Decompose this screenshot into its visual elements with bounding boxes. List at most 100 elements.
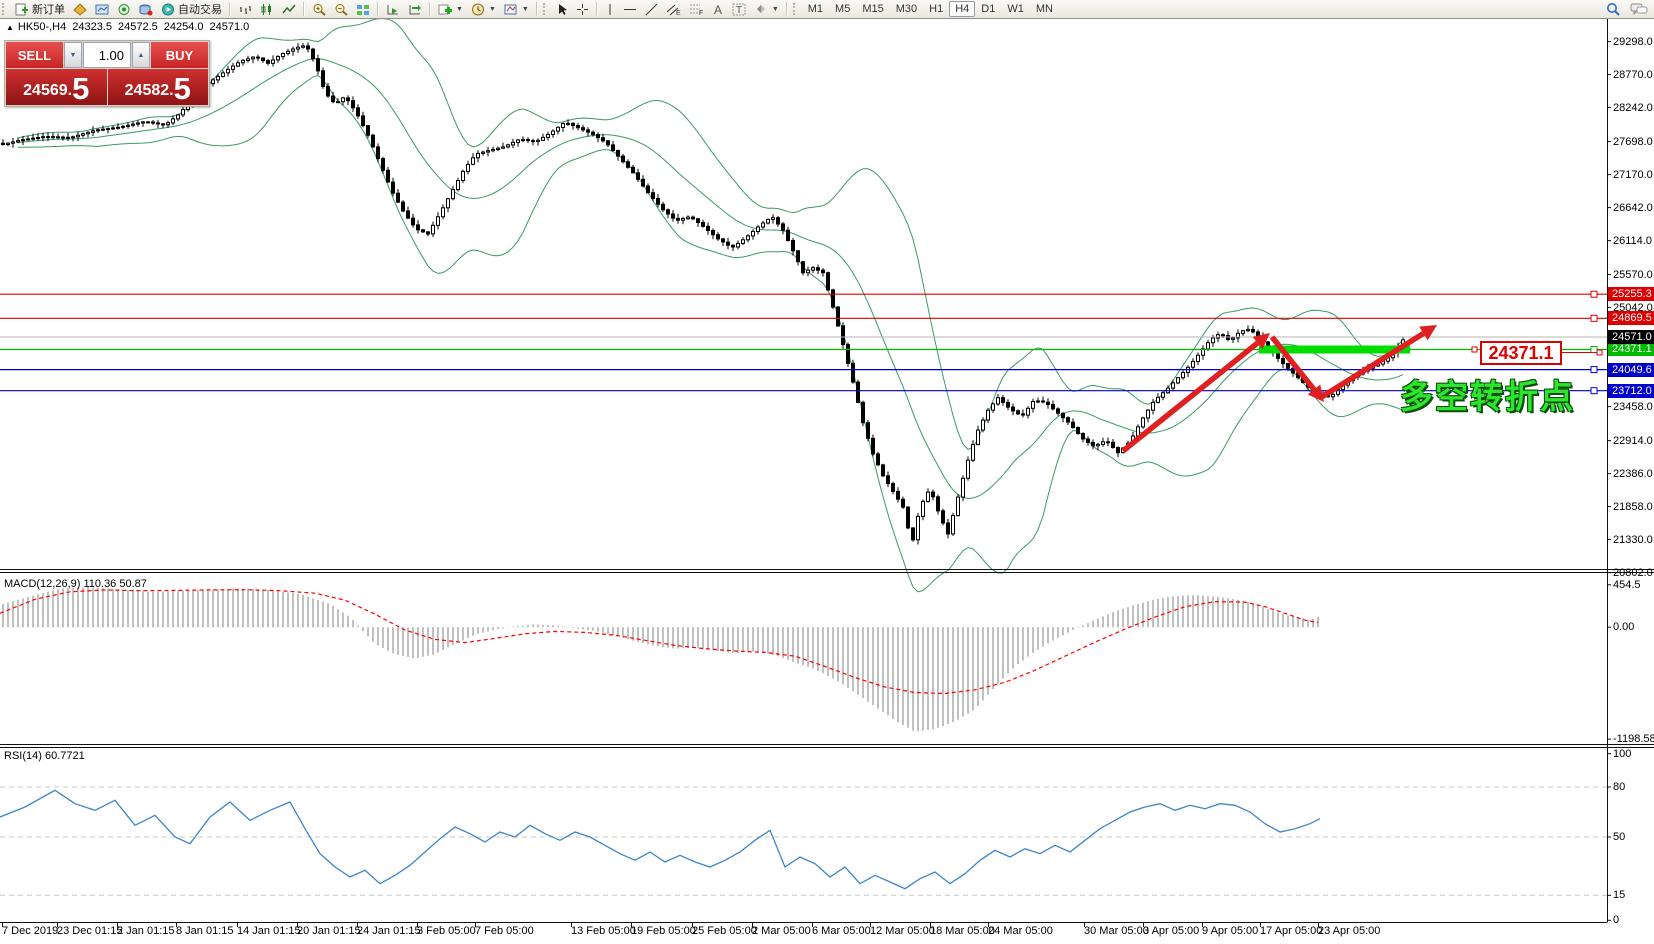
toolbar-grip[interactable] bbox=[792, 3, 800, 15]
bear-candle bbox=[851, 362, 855, 383]
level-anchor-square[interactable] bbox=[1590, 290, 1598, 298]
line-chart-button[interactable] bbox=[278, 1, 300, 18]
time-axis-label: 19 Feb 05:00 bbox=[631, 925, 696, 937]
bear-candle bbox=[416, 224, 420, 231]
timeframe-M5[interactable]: M5 bbox=[829, 1, 856, 17]
buy-button[interactable]: BUY bbox=[151, 42, 208, 68]
fibonacci-tool-button[interactable]: F bbox=[685, 1, 708, 18]
tile-windows-button[interactable] bbox=[352, 1, 374, 18]
cursor-tool-button[interactable] bbox=[552, 1, 572, 18]
bull-candle bbox=[131, 123, 135, 126]
bull-candle bbox=[551, 130, 555, 136]
zoom-in-button[interactable] bbox=[308, 1, 330, 18]
bear-candle bbox=[326, 85, 330, 97]
text-tool-button[interactable]: A bbox=[708, 1, 728, 18]
bull-candle bbox=[926, 491, 930, 503]
bull-candle bbox=[1036, 400, 1040, 403]
time-axis-label: 23 Dec 01:15 bbox=[57, 925, 123, 937]
time-axis-label: 18 Mar 05:00 bbox=[930, 925, 995, 937]
bull-candle bbox=[951, 515, 955, 535]
vertical-line-tool-button[interactable] bbox=[601, 1, 619, 18]
autotrading-button[interactable]: 自动交易 bbox=[157, 1, 226, 18]
turning-point-annotation[interactable]: 多空转折点 bbox=[1400, 370, 1575, 418]
timeframe-M15[interactable]: M15 bbox=[856, 1, 889, 17]
bull-candle bbox=[461, 170, 465, 181]
candle-chart-button[interactable] bbox=[256, 1, 278, 18]
toolbar-grip[interactable] bbox=[542, 3, 550, 15]
svg-text:A: A bbox=[714, 3, 722, 16]
profiles-button[interactable] bbox=[69, 1, 91, 18]
price-axis[interactable]: 29298.0 28770.0 28242.0 27698.0 27170.0 26642… bbox=[1608, 19, 1654, 926]
bull-candle bbox=[806, 269, 810, 274]
market-watch-button[interactable] bbox=[91, 1, 113, 18]
bear-candle bbox=[356, 107, 360, 117]
bull-candle bbox=[1191, 360, 1195, 368]
toolbar-separator bbox=[535, 2, 538, 16]
bull-candle bbox=[36, 137, 40, 139]
channel-tool-button[interactable]: E bbox=[662, 1, 685, 18]
history-center-button[interactable] bbox=[135, 1, 157, 18]
time-axis-label: 30 Mar 05:00 bbox=[1084, 925, 1149, 937]
crosshair-tool-button[interactable] bbox=[572, 1, 593, 18]
bear-candle bbox=[371, 134, 375, 148]
price-tick-label: 26642.0 bbox=[1613, 201, 1653, 214]
bear-candle bbox=[1, 142, 5, 145]
zoom-out-button[interactable] bbox=[330, 1, 352, 18]
line-chart-icon bbox=[282, 4, 296, 13]
bear-candle bbox=[1056, 408, 1060, 414]
volume-decrease-button[interactable]: ▼ bbox=[64, 42, 82, 68]
chart-canvas[interactable] bbox=[0, 0, 1654, 944]
bar-chart-button[interactable] bbox=[234, 1, 256, 18]
bull-candle bbox=[251, 56, 255, 60]
timeframe-H1[interactable]: H1 bbox=[923, 1, 949, 17]
dropdown-caret-icon: ▼ bbox=[771, 5, 779, 13]
level-anchor-square[interactable] bbox=[1590, 387, 1598, 395]
templates-button[interactable]: ▼ bbox=[500, 1, 533, 18]
level-anchor-square[interactable] bbox=[1590, 366, 1598, 374]
bear-candle bbox=[931, 491, 935, 498]
sell-price[interactable]: 24569. 5 bbox=[6, 69, 107, 105]
bull-candle bbox=[171, 118, 175, 124]
bull-candle bbox=[181, 109, 185, 116]
timeframe-MN[interactable]: MN bbox=[1030, 1, 1059, 17]
search-icon[interactable] bbox=[1606, 2, 1620, 16]
bear-candle bbox=[881, 464, 885, 477]
label-tool-button[interactable]: T bbox=[728, 1, 750, 18]
bear-candle bbox=[311, 48, 315, 60]
timeframe-M30[interactable]: M30 bbox=[890, 1, 923, 17]
new-order-button[interactable]: 新订单 bbox=[11, 1, 69, 18]
level-anchor-square[interactable] bbox=[1590, 345, 1598, 353]
trendline-tool-button[interactable] bbox=[641, 1, 662, 18]
auto-scroll-button[interactable] bbox=[382, 1, 404, 18]
timeframe-D1[interactable]: D1 bbox=[975, 1, 1001, 17]
time-axis[interactable]: 7 Dec 2019 23 Dec 01:15 2 Jan 01:15 8 Jan 0… bbox=[0, 925, 1607, 941]
buy-price[interactable]: 24582. 5 bbox=[107, 69, 208, 105]
volume-increase-button[interactable]: ▲ bbox=[132, 42, 150, 68]
bull-candle bbox=[996, 397, 1000, 405]
bear-candle bbox=[886, 475, 890, 485]
chart-shift-button[interactable] bbox=[404, 1, 426, 18]
level-anchor-square[interactable] bbox=[1590, 314, 1598, 322]
bull-candle bbox=[166, 122, 170, 126]
bear-candle bbox=[706, 225, 710, 232]
price-callout-box[interactable]: 24371.1 bbox=[1480, 341, 1562, 365]
timeframe-W1[interactable]: W1 bbox=[1001, 1, 1030, 17]
bull-candle bbox=[491, 148, 495, 152]
sell-button[interactable]: SELL bbox=[6, 42, 63, 68]
periods-button[interactable]: ▼ bbox=[467, 1, 500, 18]
collapse-panel-icon[interactable]: ▲ bbox=[6, 23, 14, 32]
navigator-button[interactable] bbox=[113, 1, 135, 18]
chat-icon[interactable] bbox=[1630, 2, 1648, 16]
bollinger-upper-band bbox=[17, 17, 1404, 451]
trend-arrow-shaft[interactable] bbox=[1121, 340, 1260, 454]
timeframe-M1[interactable]: M1 bbox=[802, 1, 829, 17]
arrows-tool-button[interactable]: ▼ bbox=[750, 1, 783, 18]
toolbar-separator bbox=[377, 2, 379, 16]
timeframe-H4[interactable]: H4 bbox=[949, 1, 976, 17]
navigator-icon bbox=[118, 3, 130, 15]
bull-candle bbox=[226, 68, 230, 74]
toolbar-grip[interactable] bbox=[2, 3, 9, 15]
horizontal-line-tool-button[interactable] bbox=[619, 1, 641, 18]
volume-input[interactable]: 1.00 bbox=[83, 42, 131, 68]
indicators-button[interactable]: ▼ bbox=[434, 1, 467, 18]
